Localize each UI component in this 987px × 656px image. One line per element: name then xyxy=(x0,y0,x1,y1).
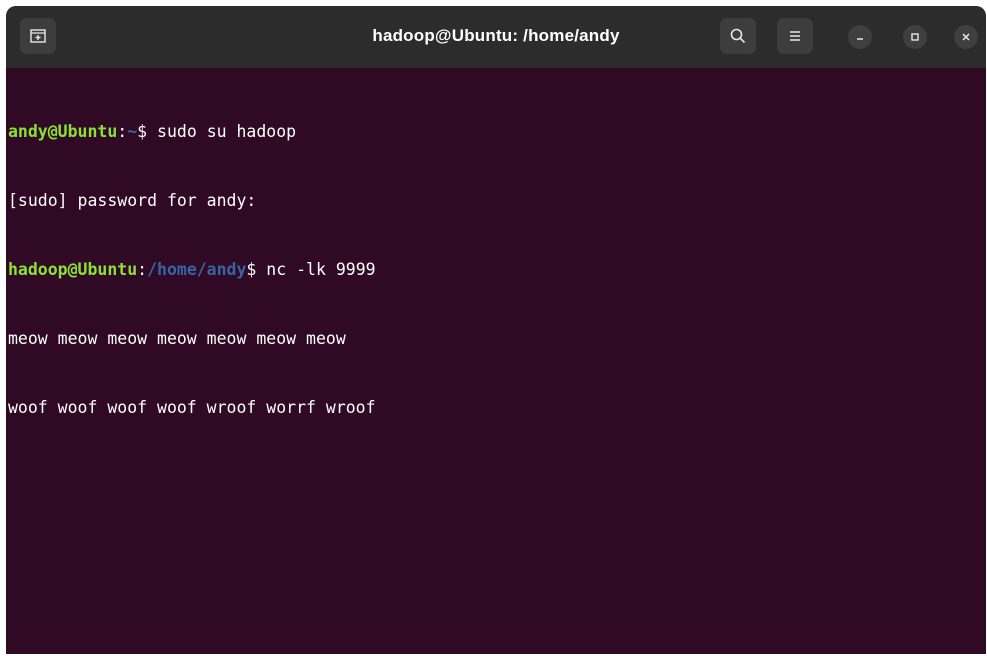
terminal-line: [sudo] password for andy: xyxy=(8,191,257,210)
prompt-symbol: $ xyxy=(137,122,158,141)
prompt-user: andy@Ubuntu xyxy=(8,122,118,141)
menu-button[interactable] xyxy=(777,18,813,54)
terminal-line: woof woof woof woof wroof worrf wroof xyxy=(8,398,376,417)
command-text: nc -lk 9999 xyxy=(266,260,376,279)
titlebar[interactable]: hadoop@Ubuntu: /home/andy xyxy=(6,6,986,68)
terminal-line: meow meow meow meow meow meow meow xyxy=(8,329,346,348)
window-title: hadoop@Ubuntu: /home/andy xyxy=(372,26,620,45)
search-icon xyxy=(730,28,746,44)
terminal-output[interactable]: andy@Ubuntu:~$ sudo su hadoop [sudo] pas… xyxy=(8,74,986,654)
terminal-line: andy@Ubuntu:~$ sudo su hadoop xyxy=(8,120,986,143)
terminal-window: hadoop@Ubuntu: /home/andy andy@Ubuntu:~$… xyxy=(6,6,986,654)
close-icon xyxy=(962,33,970,41)
prompt-symbol: $ xyxy=(246,260,267,279)
prompt-separator: : xyxy=(137,260,148,279)
terminal-line: hadoop@Ubuntu:/home/andy$ nc -lk 9999 xyxy=(8,258,986,281)
maximize-button[interactable] xyxy=(903,25,927,49)
minimize-button[interactable] xyxy=(848,25,872,49)
prompt-path: ~ xyxy=(127,122,138,141)
search-button[interactable] xyxy=(720,18,756,54)
minimize-icon xyxy=(857,38,863,40)
prompt-separator: : xyxy=(117,122,128,141)
close-button[interactable] xyxy=(954,25,978,49)
hamburger-menu-icon xyxy=(790,31,800,41)
maximize-icon xyxy=(911,33,919,41)
prompt-path: /home/andy xyxy=(147,260,247,279)
prompt-user: hadoop@Ubuntu xyxy=(8,260,138,279)
command-text: sudo su hadoop xyxy=(157,122,297,141)
